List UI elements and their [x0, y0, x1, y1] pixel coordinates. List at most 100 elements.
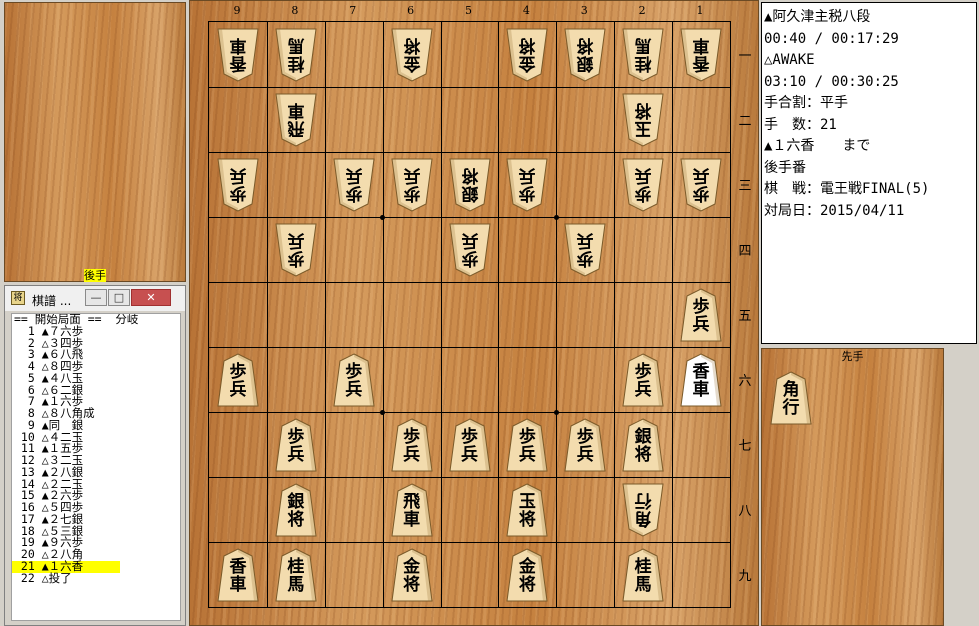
shogi-piece[interactable]: 歩兵	[217, 352, 259, 407]
shogi-piece[interactable]: 金将	[506, 547, 548, 602]
shogi-piece[interactable]: 金将	[506, 28, 548, 82]
shogi-piece[interactable]: 歩兵	[217, 158, 259, 212]
shogi-piece[interactable]: 歩兵	[506, 158, 548, 212]
shogi-piece[interactable]: 金将	[391, 547, 433, 602]
piece-char: 将	[403, 34, 421, 55]
piece-char: 歩	[345, 361, 363, 382]
piece-char: 馬	[287, 34, 305, 55]
gote-piece-stand	[4, 2, 186, 282]
shogi-piece[interactable]: 歩兵	[333, 352, 375, 407]
shogi-piece[interactable]: 歩兵	[564, 417, 606, 472]
piece-char: 歩	[634, 182, 652, 203]
piece-char: 歩	[518, 426, 536, 447]
board-grid[interactable]: 香車桂馬金将金将銀将桂馬香車飛車玉将歩兵歩兵歩兵銀将歩兵歩兵歩兵歩兵歩兵歩兵歩兵…	[208, 21, 731, 608]
grid-line	[209, 282, 730, 283]
shogi-piece[interactable]: 銀将	[622, 417, 664, 472]
shogi-piece[interactable]: 歩兵	[275, 417, 317, 472]
info-line: 手合割：平手	[764, 95, 848, 111]
rank-label: 六	[738, 373, 752, 389]
kifu-titlebar[interactable]: 将 棋譜 ... — □ ✕	[5, 286, 185, 311]
info-line: ▲阿久津主税八段	[764, 9, 871, 25]
shogi-piece[interactable]: 香車	[680, 28, 722, 82]
shogi-piece[interactable]: 歩兵	[275, 223, 317, 277]
piece-char: 金	[518, 52, 536, 73]
close-button[interactable]: ✕	[131, 289, 171, 306]
shogi-piece[interactable]: 歩兵	[448, 223, 491, 277]
info-line: 03:10 / 00:30:25	[764, 73, 899, 90]
piece-char: 兵	[345, 164, 363, 185]
kifu-move-row[interactable]: 22 △投了	[12, 572, 180, 585]
shogi-piece[interactable]: 歩兵	[506, 417, 548, 472]
minimize-button[interactable]: —	[85, 289, 107, 306]
shogi-piece[interactable]: 桂馬	[275, 28, 317, 82]
piece-char: 将	[576, 34, 594, 55]
piece-char: 将	[403, 574, 421, 595]
piece-char: 歩	[345, 182, 363, 203]
shogi-piece[interactable]: 香車	[680, 352, 722, 407]
piece-char: 角	[634, 507, 652, 528]
shogi-piece[interactable]: 銀将	[448, 158, 491, 212]
info-line: △AWAKE	[764, 52, 815, 68]
grid-line	[209, 477, 730, 478]
shogi-piece[interactable]: 歩兵	[622, 352, 664, 407]
piece-char: 兵	[403, 164, 421, 185]
shogi-piece[interactable]: 歩兵	[391, 417, 433, 472]
piece-char: 歩	[461, 426, 478, 447]
piece-char: 車	[403, 509, 421, 530]
shogi-piece[interactable]: 香車	[217, 547, 259, 602]
piece-char: 馬	[287, 574, 305, 595]
piece-char: 歩	[403, 182, 421, 203]
piece-char: 兵	[287, 229, 305, 250]
piece-char: 兵	[634, 379, 652, 400]
maximize-button[interactable]: □	[108, 289, 130, 306]
grid-line	[209, 217, 730, 218]
star-point	[380, 214, 386, 220]
shogi-piece[interactable]: 玉将	[622, 93, 664, 147]
grid-line	[556, 22, 558, 607]
shogi-piece[interactable]: 歩兵	[391, 158, 433, 212]
grid-line	[324, 22, 326, 607]
file-label: 1	[696, 4, 704, 17]
shogi-piece[interactable]: 飛車	[391, 482, 433, 537]
piece-char: 兵	[461, 444, 478, 465]
shogi-piece[interactable]: 桂馬	[622, 28, 664, 82]
star-point	[380, 409, 386, 415]
shogi-piece[interactable]: 銀将	[275, 482, 317, 537]
piece-char: 兵	[692, 164, 710, 185]
rank-label: 一	[738, 48, 752, 64]
file-label: 7	[349, 4, 357, 17]
piece-char: 歩	[403, 426, 421, 447]
kifu-window-title: 棋譜 ...	[32, 294, 72, 308]
piece-char: 飛	[287, 117, 305, 138]
shogi-piece[interactable]: 歩兵	[680, 158, 722, 212]
shogi-piece[interactable]: 歩兵	[448, 417, 491, 472]
piece-char: 将	[518, 509, 536, 530]
rank-label: 七	[738, 438, 752, 454]
piece-char: 車	[287, 99, 305, 120]
piece-char: 歩	[287, 426, 305, 447]
piece-char: 金	[518, 556, 536, 577]
shogi-piece[interactable]: 飛車	[275, 93, 317, 147]
piece-char: 玉	[634, 117, 652, 138]
shogi-piece[interactable]: 銀将	[564, 28, 606, 82]
piece-char: 銀	[634, 426, 652, 447]
shogi-piece[interactable]: 桂馬	[622, 547, 664, 602]
grid-line	[209, 347, 730, 348]
shogi-piece[interactable]: 歩兵	[333, 158, 375, 212]
shogi-piece[interactable]: 角行	[622, 483, 664, 537]
piece-char: 将	[634, 99, 652, 120]
kifu-move-list[interactable]: == 開始局面 == 分岐 1 ▲７六歩 2 △３四歩 3 ▲６八飛 4 △８四…	[11, 313, 181, 621]
piece-char: 金	[403, 52, 421, 73]
shogi-piece[interactable]: 角行	[770, 371, 812, 425]
grid-line	[209, 412, 730, 413]
piece-char: 香	[692, 52, 710, 73]
shogi-piece[interactable]: 歩兵	[564, 223, 606, 277]
shogi-piece[interactable]: 歩兵	[622, 158, 664, 212]
shogi-piece[interactable]: 香車	[217, 28, 259, 82]
piece-char: 桂	[287, 556, 305, 577]
shogi-piece[interactable]: 玉将	[506, 482, 548, 537]
shogi-piece[interactable]: 歩兵	[680, 287, 722, 342]
piece-char: 兵	[692, 314, 710, 335]
shogi-piece[interactable]: 金将	[391, 28, 433, 82]
shogi-piece[interactable]: 桂馬	[275, 547, 317, 602]
